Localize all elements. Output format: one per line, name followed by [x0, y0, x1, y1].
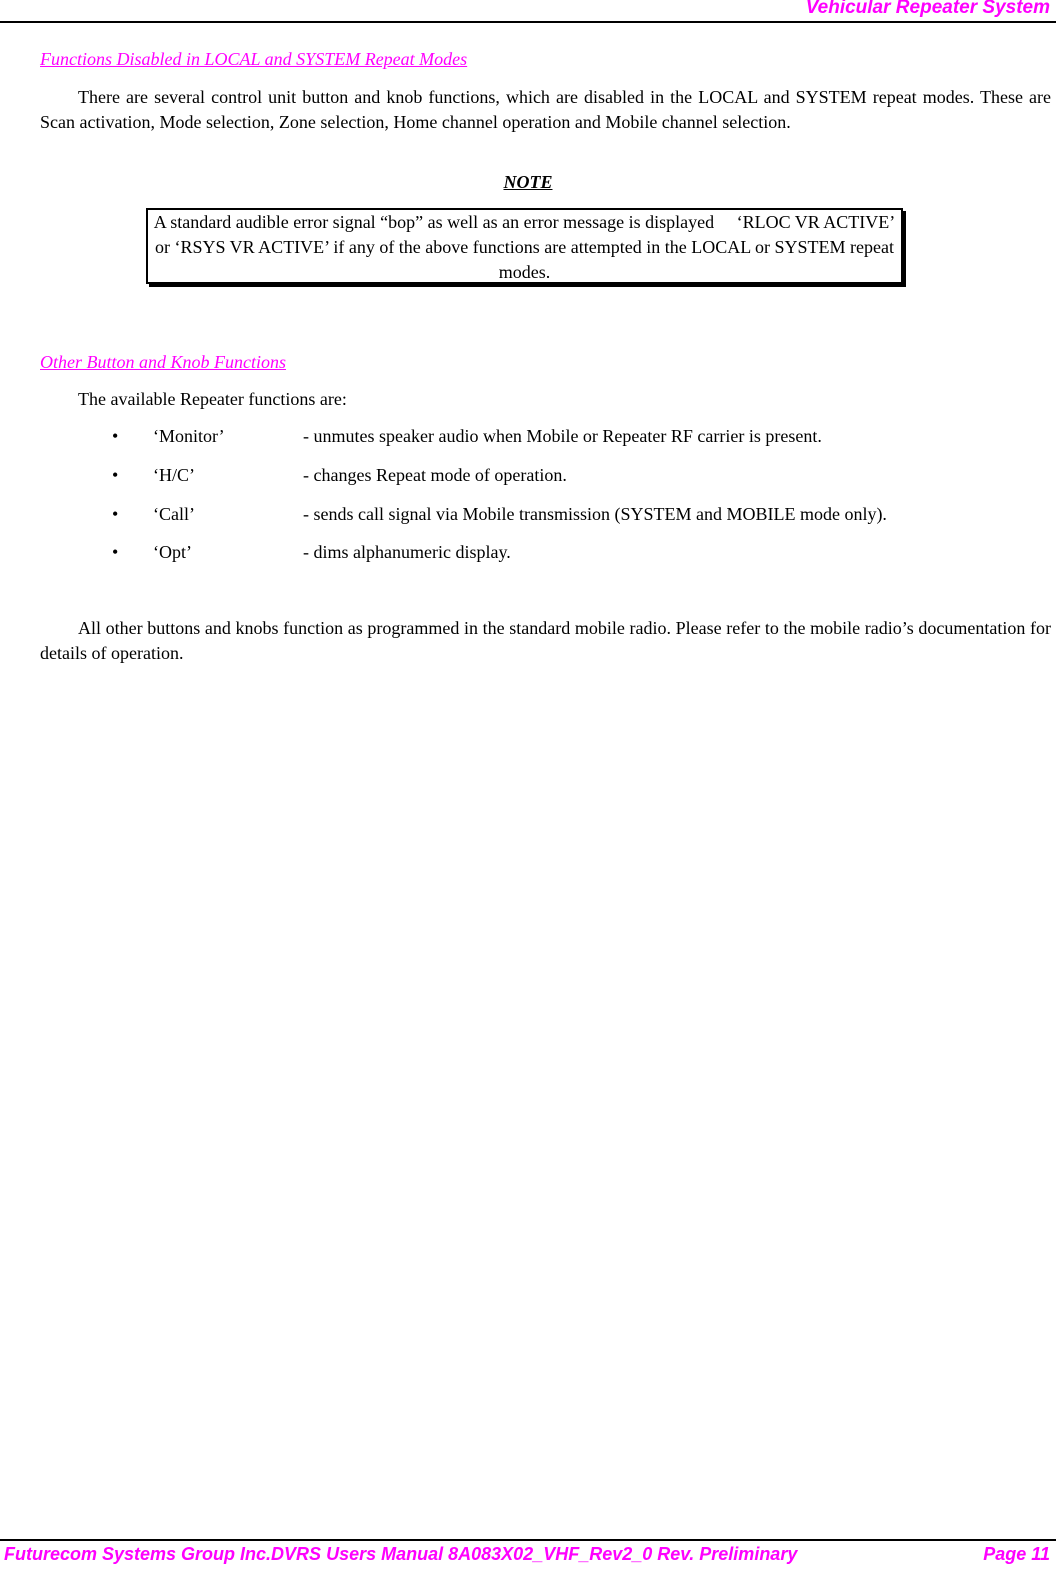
- closing-paragraph: All other buttons and knobs function as …: [40, 616, 1051, 666]
- function-description: - dims alphanumeric display.: [303, 542, 511, 562]
- disabled-functions-text: There are several control unit button an…: [40, 87, 1051, 132]
- note-label: NOTE: [503, 172, 553, 192]
- page-number: Page 11: [983, 1544, 1050, 1564]
- footer-document-info: Futurecom Systems Group Inc.DVRS Users M…: [4, 1544, 798, 1564]
- section-heading-other-functions: Other Button and Knob Functions: [40, 352, 286, 372]
- function-name: ‘Opt’: [153, 542, 192, 562]
- functions-intro: The available Repeater functions are:: [78, 389, 347, 409]
- closing-text: All other buttons and knobs function as …: [40, 618, 1051, 663]
- note-text: A standard audible error signal “bop” as…: [153, 212, 900, 282]
- bullet-icon: •: [112, 542, 119, 562]
- function-name: ‘Monitor’: [153, 426, 225, 446]
- function-name: ‘H/C’: [153, 465, 195, 485]
- function-description: - unmutes speaker audio when Mobile or R…: [303, 426, 822, 446]
- bullet-icon: •: [112, 504, 119, 524]
- footer-divider: [0, 1539, 1056, 1541]
- header-title: Vehicular Repeater System: [805, 0, 1050, 18]
- function-name: ‘Call’: [153, 504, 195, 524]
- bullet-icon: •: [112, 426, 119, 446]
- disabled-functions-paragraph: There are several control unit button an…: [40, 85, 1051, 135]
- section-heading-disabled-functions: Functions Disabled in LOCAL and SYSTEM R…: [40, 49, 468, 69]
- header-divider: [0, 21, 1056, 23]
- function-description: - sends call signal via Mobile transmiss…: [303, 504, 887, 524]
- function-description: - changes Repeat mode of operation.: [303, 465, 567, 485]
- note-box: A standard audible error signal “bop” as…: [146, 208, 903, 284]
- bullet-icon: •: [112, 465, 119, 485]
